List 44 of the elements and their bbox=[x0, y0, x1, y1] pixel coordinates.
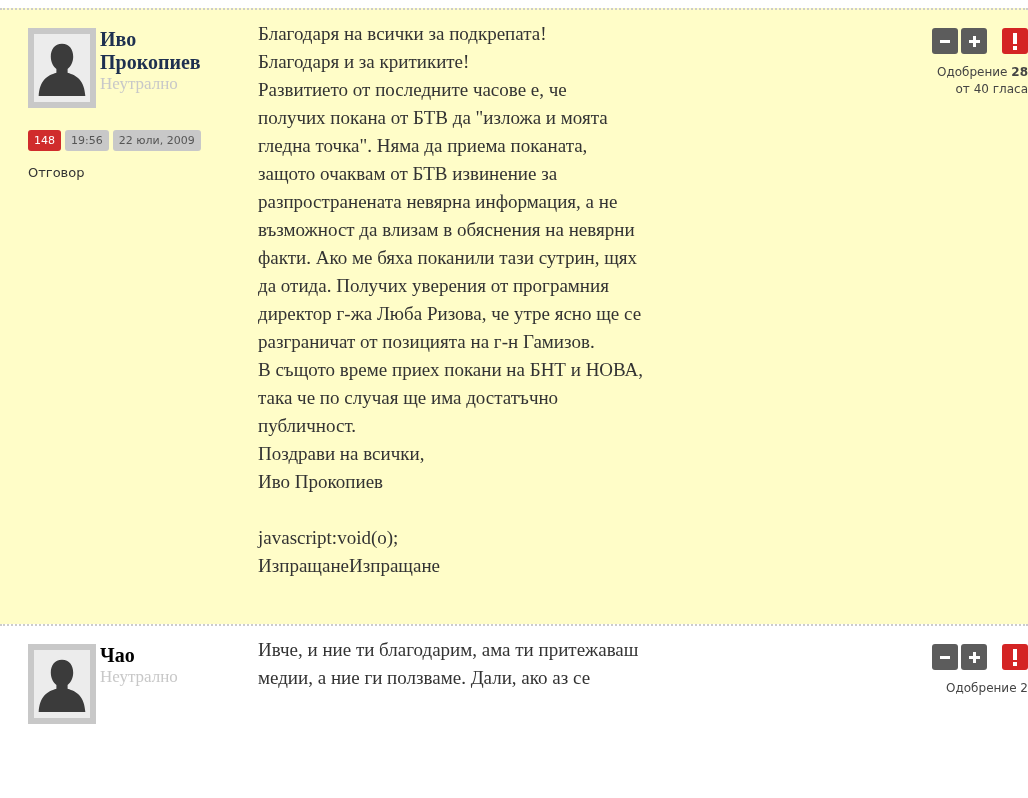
comment-text-line: така че по случая ще има достатъчно bbox=[258, 386, 560, 410]
comment-text-line: публичност. bbox=[258, 414, 357, 438]
comment-text-line: защото очаквам от БТВ извинение за bbox=[258, 162, 559, 186]
report-button[interactable] bbox=[1002, 28, 1028, 54]
date-badge: 22 юли, 2009 bbox=[112, 130, 201, 151]
report-button[interactable] bbox=[1002, 644, 1028, 670]
comment-text-line: Поздрави на всички, bbox=[258, 442, 426, 466]
vote-up-button[interactable] bbox=[961, 644, 987, 670]
comment-text-line: javascript:void(o); bbox=[258, 526, 400, 550]
author-name[interactable]: Чао bbox=[100, 644, 235, 667]
comment-text-line: да отида. Получих уверения от програмния bbox=[258, 274, 610, 298]
vote-count: от 40 гласа bbox=[955, 81, 1028, 98]
approval-score: Одобрение 28 bbox=[936, 64, 1028, 81]
vote-up-button[interactable] bbox=[961, 28, 987, 54]
approval-score: Одобрение 2 bbox=[946, 680, 1028, 697]
comment-text-line: получих покана от БТВ да "изложа и моята bbox=[258, 106, 609, 130]
plus-icon bbox=[968, 35, 980, 47]
comment-text-line: възможност да влизам в обяснения на невярни bbox=[258, 218, 636, 242]
reply-link[interactable]: Отговор bbox=[28, 165, 85, 180]
comment-text-line: Благодаря и за критиките! bbox=[258, 50, 471, 74]
avatar-icon bbox=[28, 644, 96, 724]
vote-down-button[interactable] bbox=[932, 644, 958, 670]
comment-text-line: Развитието от последните часове е, че bbox=[258, 78, 568, 102]
comment-text-line: Ивче, и ние ти благодарим, ама ти притежаваш bbox=[258, 638, 640, 662]
comment-text-line: директор г-жа Люба Ризова, че утре ясно ще се bbox=[258, 302, 643, 326]
rating-badge: 148 bbox=[28, 130, 61, 151]
author-name[interactable]: Иво Прокопиев bbox=[100, 28, 235, 74]
exclamation-icon bbox=[1013, 648, 1017, 666]
comment-text-line: гледна точка". Няма да приема поканата, bbox=[258, 134, 589, 158]
avatar-icon bbox=[28, 28, 96, 108]
exclamation-icon bbox=[1013, 32, 1017, 50]
comment-text-line: медии, а ние ги ползваме. Дали, ако аз се bbox=[258, 666, 592, 690]
plus-icon bbox=[968, 651, 980, 663]
date-badge: 19:56 bbox=[65, 130, 109, 151]
minus-icon bbox=[940, 655, 950, 659]
comment-text-line: ИзпращанеИзпращане bbox=[258, 554, 441, 578]
comment-text-line: разграничат от позицията на г-н Гамизов. bbox=[258, 330, 596, 354]
comment-text-line: Благодаря на всички за подкрепата! bbox=[258, 22, 548, 46]
comment-text-line: Иво Прокопиев bbox=[258, 470, 385, 494]
comment-text-line: факти. Ако ме бяха поканили тази сутрин, щях bbox=[258, 246, 639, 270]
vote-down-button[interactable] bbox=[932, 28, 958, 54]
comment-text-line: В същото време приех покани на БНТ и НОВА, bbox=[258, 358, 645, 382]
minus-icon bbox=[940, 39, 950, 43]
comment-text-line: разпространената невярна информация, а не bbox=[258, 190, 619, 214]
